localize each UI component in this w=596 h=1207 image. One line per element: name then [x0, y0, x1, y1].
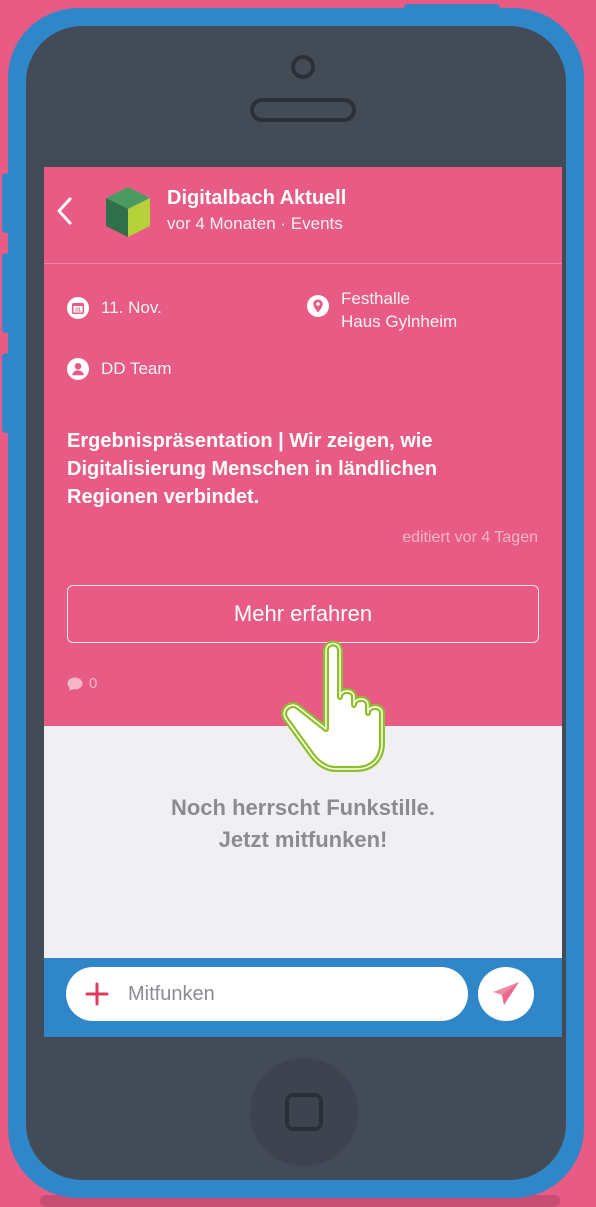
event-organizer-text: DD Team	[101, 359, 172, 378]
app-screen: Digitalbach Aktuell vor 4 Monaten · Even…	[44, 167, 562, 1037]
event-description: Ergebnispräsentation | Wir zeigen, wie D…	[67, 430, 438, 508]
app-header: Digitalbach Aktuell vor 4 Monaten · Even…	[44, 167, 562, 264]
earpiece-speaker	[250, 98, 356, 122]
calendar-icon-label: 31	[75, 308, 81, 314]
message-input[interactable]: Mitfunken	[66, 967, 468, 1021]
volume-up-button	[2, 253, 10, 333]
channel-subtitle: vor 4 Monaten · Events	[167, 214, 343, 233]
comment-count-value: 0	[89, 675, 98, 692]
channel-title: Digitalbach Aktuell	[167, 187, 347, 209]
event-organizer: DD Team	[67, 358, 172, 380]
message-input-placeholder: Mitfunken	[128, 982, 215, 1005]
front-camera	[291, 55, 315, 79]
paper-plane-icon	[493, 982, 519, 1005]
chevron-left-icon[interactable]	[54, 195, 76, 227]
location-pin-icon	[307, 295, 329, 317]
comment-count[interactable]: 0	[67, 675, 97, 692]
location-line-1: Festhalle	[341, 289, 410, 308]
calendar-icon: 31	[67, 297, 89, 319]
hand-pointer-icon	[281, 640, 385, 772]
event-date: 31 11. Nov.	[67, 297, 162, 319]
plus-icon[interactable]	[84, 981, 110, 1007]
home-button[interactable]	[250, 1058, 358, 1166]
empty-state: Noch herrscht Funkstille. Jetzt mitfunke…	[44, 792, 562, 856]
event-date-text: 11. Nov.	[101, 298, 162, 317]
home-button-square	[285, 1093, 323, 1131]
location-line-2: Haus Gylnheim	[341, 312, 458, 331]
send-button[interactable]	[478, 967, 534, 1021]
person-icon	[67, 358, 89, 380]
channel-avatar-cube-icon	[106, 187, 150, 237]
volume-down-button	[2, 353, 10, 433]
power-button	[404, 4, 500, 12]
mute-switch	[2, 173, 10, 233]
composer-bar: Mitfunken	[44, 958, 562, 1037]
event-location: Festhalle Haus Gylnheim	[307, 287, 457, 333]
empty-state-line-2: Jetzt mitfunken!	[218, 827, 388, 852]
edited-timestamp: editiert vor 4 Tagen	[402, 529, 538, 546]
event-location-text: Festhalle Haus Gylnheim	[341, 287, 457, 333]
comment-bubble-icon	[67, 677, 83, 691]
empty-state-line-1: Noch herrscht Funkstille.	[170, 795, 436, 820]
